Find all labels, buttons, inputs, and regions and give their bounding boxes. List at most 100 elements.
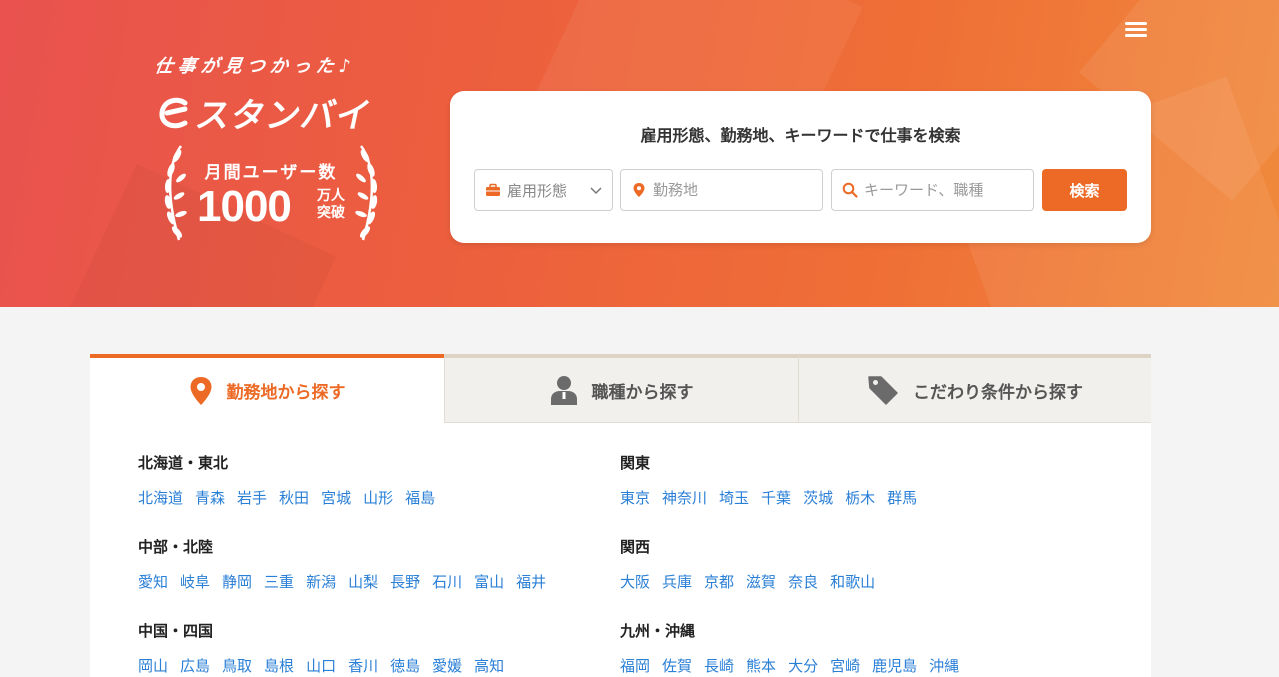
prefecture-links: 北海道 青森 岩手 秋田 宮城 山形 福島: [138, 487, 447, 508]
badge-label: 月間ユーザー数: [204, 163, 338, 183]
prefecture-link[interactable]: 茨城: [803, 487, 833, 508]
keyword-input[interactable]: [864, 181, 1014, 199]
region-kansai: 関西 大阪 兵庫 京都 滋賀 奈良 和歌山: [620, 536, 887, 592]
prefecture-link[interactable]: 鳥取: [222, 655, 252, 676]
prefecture-link[interactable]: 沖縄: [929, 655, 959, 676]
prefecture-link[interactable]: 岩手: [237, 487, 267, 508]
region-title: 九州・沖縄: [620, 622, 696, 640]
prefecture-link[interactable]: 佐賀: [662, 655, 692, 676]
search-title: 雇用形態、勤務地、キーワードで仕事を検索: [640, 126, 961, 145]
keyword-field[interactable]: [831, 169, 1034, 211]
laurel-icon: [164, 145, 187, 241]
prefecture-link[interactable]: 岐阜: [180, 571, 210, 592]
employment-type-label: 雇用形態: [507, 181, 568, 200]
employment-type-select[interactable]: 雇用形態: [474, 169, 613, 211]
prefecture-link[interactable]: 滋賀: [746, 571, 776, 592]
region-hokkaido-tohoku: 北海道・東北 北海道 青森 岩手 秋田 宮城 山形 福島: [138, 452, 447, 508]
logo-mark-icon: [159, 97, 188, 128]
prefecture-link[interactable]: 千葉: [761, 487, 791, 508]
prefecture-link[interactable]: 長崎: [704, 655, 734, 676]
region-chugoku-shikoku: 中国・四国 岡山 広島 鳥取 島根 山口 香川 徳島 愛媛 高知: [138, 620, 516, 676]
search-card: 雇用形態、勤務地、キーワードで仕事を検索 雇用形態 検索: [450, 91, 1151, 243]
brand-tagline: 仕事が見つかった♪: [153, 56, 357, 77]
prefecture-link[interactable]: 富山: [474, 571, 504, 592]
prefecture-link[interactable]: 岡山: [138, 655, 168, 676]
hero-banner: 仕事が見つかった♪ スタンバイ 月間ユーザー数 1000 万人突破 雇用形態、勤…: [0, 0, 1279, 307]
prefecture-link[interactable]: 広島: [180, 655, 210, 676]
prefecture-link[interactable]: 静岡: [222, 571, 252, 592]
prefecture-link[interactable]: 京都: [704, 571, 734, 592]
prefecture-link[interactable]: 長野: [390, 571, 420, 592]
prefecture-link[interactable]: 埼玉: [719, 487, 749, 508]
prefecture-link[interactable]: 三重: [264, 571, 294, 592]
prefecture-link[interactable]: 宮崎: [830, 655, 860, 676]
logo-text: スタンバイ: [192, 97, 376, 135]
tab-bar: 勤務地から探す 職種から探す こだわり条件から探す: [90, 354, 1151, 423]
chevron-down-icon: [590, 187, 602, 195]
prefecture-link[interactable]: 北海道: [138, 487, 183, 508]
hamburger-icon[interactable]: [1124, 20, 1150, 40]
prefecture-link[interactable]: 秋田: [279, 487, 309, 508]
prefecture-link[interactable]: 山形: [363, 487, 393, 508]
prefecture-link[interactable]: 愛知: [138, 571, 168, 592]
tab-label: 職種から探す: [591, 382, 694, 403]
location-pin-icon: [631, 182, 647, 198]
region-title: 北海道・東北: [138, 454, 229, 472]
search-by-panel: 勤務地から探す 職種から探す こだわり条件から探す 北海道・東北 北海道 青森 岩手…: [90, 354, 1151, 677]
prefecture-link[interactable]: 高知: [474, 655, 504, 676]
tab-job-type[interactable]: 職種から探す: [444, 354, 798, 423]
prefecture-link[interactable]: 大分: [788, 655, 818, 676]
prefecture-link[interactable]: 熊本: [746, 655, 776, 676]
prefecture-link[interactable]: 徳島: [390, 655, 420, 676]
prefecture-link[interactable]: 青森: [195, 487, 225, 508]
prefecture-links: 東京 神奈川 埼玉 千葉 茨城 栃木 群馬: [620, 487, 929, 508]
prefecture-link[interactable]: 兵庫: [662, 571, 692, 592]
tab-label: こだわり条件から探す: [913, 382, 1083, 403]
location-field[interactable]: [620, 169, 823, 211]
tab-location[interactable]: 勤務地から探す: [90, 354, 444, 423]
prefecture-link[interactable]: 東京: [620, 487, 650, 508]
prefecture-link[interactable]: 香川: [348, 655, 378, 676]
region-title: 関東: [620, 454, 651, 472]
prefecture-link[interactable]: 福岡: [620, 655, 650, 676]
prefecture-link[interactable]: 山口: [306, 655, 336, 676]
tab-conditions[interactable]: こだわり条件から探す: [798, 354, 1151, 423]
region-kyushu-okinawa: 九州・沖縄 福岡 佐賀 長崎 熊本 大分 宮崎 鹿児島 沖縄: [620, 620, 971, 676]
prefecture-link[interactable]: 石川: [432, 571, 462, 592]
prefecture-links: 岡山 広島 鳥取 島根 山口 香川 徳島 愛媛 高知: [138, 655, 516, 676]
search-button[interactable]: 検索: [1042, 169, 1127, 211]
prefecture-link[interactable]: 鹿児島: [872, 655, 917, 676]
brand-block: 仕事が見つかった♪ スタンバイ 月間ユーザー数 1000 万人突破: [153, 52, 395, 241]
prefecture-link[interactable]: 愛媛: [432, 655, 462, 676]
badge-unit: 万人突破: [317, 188, 345, 221]
tab-label: 勤務地から探す: [226, 383, 346, 403]
location-pin-icon: [189, 376, 213, 406]
prefecture-link[interactable]: 奈良: [788, 571, 818, 592]
location-input[interactable]: [653, 181, 803, 199]
prefecture-link[interactable]: 宮城: [321, 487, 351, 508]
badge-number: 1000: [197, 182, 292, 231]
prefecture-link[interactable]: 神奈川: [662, 487, 707, 508]
search-icon: [842, 182, 858, 198]
tag-icon: [867, 374, 899, 406]
prefecture-links: 大阪 兵庫 京都 滋賀 奈良 和歌山: [620, 571, 887, 592]
region-title: 中部・北陸: [138, 538, 214, 556]
prefecture-link[interactable]: 山梨: [348, 571, 378, 592]
prefecture-links: 福岡 佐賀 長崎 熊本 大分 宮崎 鹿児島 沖縄: [620, 655, 971, 676]
prefecture-link[interactable]: 福島: [405, 487, 435, 508]
laurel-icon: [355, 145, 378, 241]
prefecture-link[interactable]: 栃木: [845, 487, 875, 508]
region-title: 中国・四国: [138, 622, 214, 640]
person-icon: [550, 375, 578, 405]
logo[interactable]: スタンバイ: [157, 88, 375, 137]
prefecture-links: 愛知 岐阜 静岡 三重 新潟 山梨 長野 石川 富山 福井: [138, 571, 558, 592]
prefecture-link[interactable]: 大阪: [620, 571, 650, 592]
prefecture-link[interactable]: 福井: [516, 571, 546, 592]
region-title: 関西: [620, 538, 651, 556]
region-kanto: 関東 東京 神奈川 埼玉 千葉 茨城 栃木 群馬: [620, 452, 929, 508]
prefecture-link[interactable]: 島根: [264, 655, 294, 676]
prefecture-link[interactable]: 和歌山: [830, 571, 875, 592]
prefecture-link[interactable]: 群馬: [887, 487, 917, 508]
briefcase-icon: [485, 182, 501, 198]
prefecture-link[interactable]: 新潟: [306, 571, 336, 592]
